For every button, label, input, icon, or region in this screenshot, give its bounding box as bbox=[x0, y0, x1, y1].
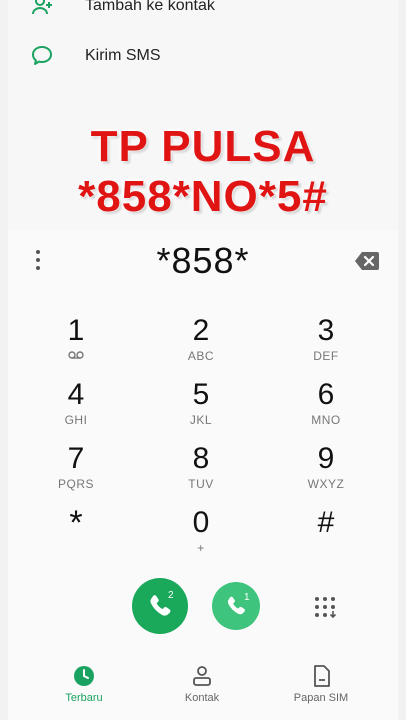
call-sim1-button[interactable]: 1 bbox=[212, 582, 260, 630]
key-digit: 4 bbox=[67, 378, 85, 411]
key-4[interactable]: 4 GHI bbox=[16, 378, 136, 438]
key-digit: 2 bbox=[192, 314, 210, 347]
call-sim2-button[interactable]: 2 bbox=[132, 578, 188, 634]
add-to-contact-label: Tambah ke kontak bbox=[85, 0, 215, 14]
key-5[interactable]: 5 JKL bbox=[141, 378, 261, 438]
key-digit: 6 bbox=[317, 378, 335, 411]
key-0[interactable]: 0 + bbox=[141, 506, 261, 566]
dialer-panel: *858* 1 2 ABC 3 DEF 4 GHI 5 JKL 6 MNO 7 … bbox=[8, 230, 398, 720]
key-star[interactable]: * bbox=[16, 506, 136, 566]
key-9[interactable]: 9 WXYZ bbox=[266, 442, 386, 502]
add-contact-icon bbox=[32, 0, 52, 15]
sim1-badge: 1 bbox=[244, 592, 250, 603]
key-digit: 8 bbox=[192, 442, 210, 475]
clock-icon bbox=[74, 666, 94, 686]
key-digit: 1 bbox=[67, 314, 85, 347]
key-hash[interactable]: # bbox=[266, 506, 386, 566]
person-icon bbox=[193, 666, 211, 686]
key-1[interactable]: 1 bbox=[16, 314, 136, 374]
key-3[interactable]: 3 DEF bbox=[266, 314, 386, 374]
phone-dialer-screen: Tambah ke kontak Kirim SMS TP PULSA *858… bbox=[8, 0, 398, 720]
backspace-icon[interactable] bbox=[354, 248, 380, 274]
key-2[interactable]: 2 ABC bbox=[141, 314, 261, 374]
key-letters: MNO bbox=[311, 413, 341, 427]
key-letters: GHI bbox=[64, 413, 88, 427]
overlay-code: *858*NO*5# bbox=[78, 172, 328, 221]
add-to-contact-item[interactable]: Tambah ke kontak bbox=[8, 0, 398, 30]
key-digit: 3 bbox=[317, 314, 335, 347]
key-digit: 5 bbox=[192, 378, 210, 411]
key-digit: 0 bbox=[192, 506, 210, 539]
key-7[interactable]: 7 PQRS bbox=[16, 442, 136, 502]
bottom-navigation: Terbaru Kontak Papan SIM bbox=[8, 650, 398, 720]
key-digit: * bbox=[69, 504, 83, 542]
key-letters: DEF bbox=[313, 349, 339, 363]
overlay-title: TP PULSA bbox=[90, 122, 316, 171]
nav-item-sim-board[interactable]: Papan SIM bbox=[266, 664, 376, 704]
key-digit: # bbox=[317, 506, 335, 539]
key-letters: ABC bbox=[187, 349, 215, 363]
number-bar: *858* bbox=[8, 230, 398, 290]
send-sms-item[interactable]: Kirim SMS bbox=[8, 32, 398, 80]
nav-label-contacts: Kontak bbox=[184, 692, 220, 704]
nav-item-contacts[interactable]: Kontak bbox=[147, 664, 257, 704]
key-letters: TUV bbox=[188, 477, 214, 491]
sim-card-icon bbox=[314, 665, 330, 687]
dialed-number[interactable]: *858* bbox=[8, 240, 398, 282]
key-letters: WXYZ bbox=[307, 477, 345, 491]
key-digit: 7 bbox=[67, 442, 85, 475]
nav-label-recent: Terbaru bbox=[65, 692, 103, 704]
voicemail-icon bbox=[68, 351, 84, 359]
key-digit: 9 bbox=[317, 442, 335, 475]
key-letters: JKL bbox=[189, 413, 213, 427]
key-letters: + bbox=[197, 541, 205, 555]
nav-item-recent[interactable]: Terbaru bbox=[29, 664, 139, 704]
key-8[interactable]: 8 TUV bbox=[141, 442, 261, 502]
nav-label-sim-board: Papan SIM bbox=[293, 692, 349, 704]
sim2-badge: 2 bbox=[168, 590, 174, 601]
dialpad-toggle-icon[interactable] bbox=[314, 596, 336, 618]
key-6[interactable]: 6 MNO bbox=[266, 378, 386, 438]
send-sms-label: Kirim SMS bbox=[85, 47, 161, 64]
key-letters: PQRS bbox=[57, 477, 94, 491]
message-icon bbox=[32, 46, 52, 65]
